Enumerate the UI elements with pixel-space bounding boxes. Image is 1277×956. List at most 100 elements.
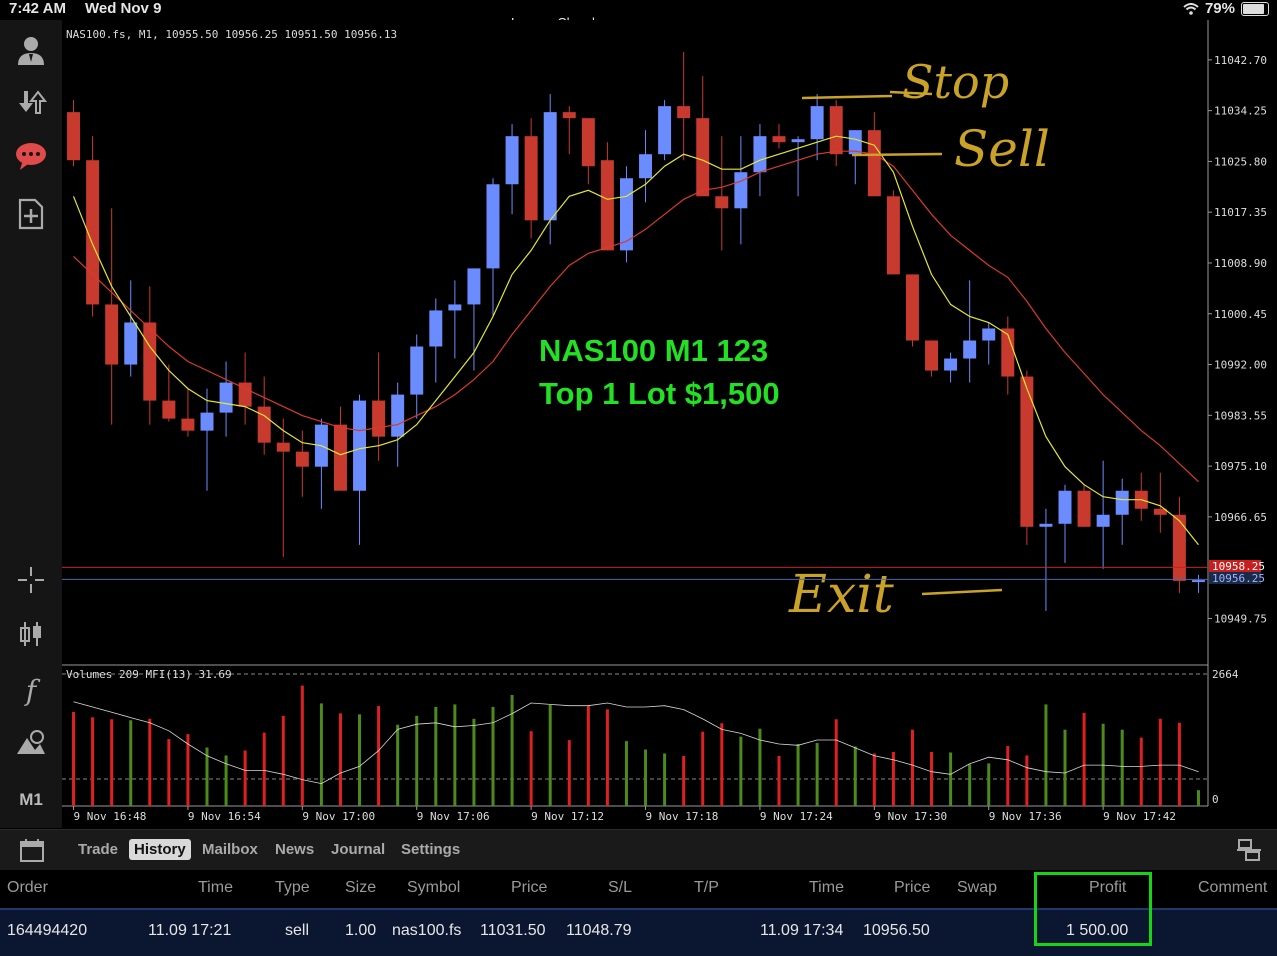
volume-bar xyxy=(567,740,571,806)
volume-bar xyxy=(148,718,152,806)
candle-body xyxy=(1115,490,1129,515)
volume-header: Volumes 209 MFI(13) 31.69 xyxy=(66,668,232,681)
tab-trade[interactable]: Trade xyxy=(73,839,123,860)
x-tick-label: 9 Nov 17:00 xyxy=(302,810,375,823)
column-header-close-price[interactable]: Price xyxy=(894,879,930,897)
cell-type: sell xyxy=(285,922,310,939)
volume-bar xyxy=(129,720,133,806)
candle-body xyxy=(1077,490,1091,527)
y-tick-label: 11025.80 xyxy=(1214,155,1267,168)
volume-bar xyxy=(338,713,342,806)
tab-journal[interactable]: Journal xyxy=(326,839,390,860)
candle-body xyxy=(105,304,119,365)
calendar-icon[interactable] xyxy=(19,837,45,863)
volume-bar xyxy=(510,695,514,806)
timeframe-icon[interactable]: M1 xyxy=(13,782,49,818)
new-order-icon[interactable] xyxy=(13,196,49,232)
volume-bar xyxy=(300,685,304,806)
volume-bar xyxy=(91,717,95,806)
objects-icon[interactable] xyxy=(13,726,49,762)
volume-bar xyxy=(1139,737,1143,806)
volume-bar xyxy=(701,731,705,806)
profit-highlight-box xyxy=(1034,872,1152,946)
volume-bar xyxy=(243,750,247,806)
candle-body xyxy=(353,400,367,491)
column-header-tp[interactable]: T/P xyxy=(694,879,719,897)
cell-symbol: nas100.fs xyxy=(392,922,462,939)
candle-body xyxy=(886,196,900,275)
volume-bar xyxy=(167,739,171,806)
status-bar: 7:42 AM Wed Nov 9 79% xyxy=(0,0,1277,20)
deposit-icon[interactable] xyxy=(13,84,49,120)
volume-bar xyxy=(529,731,533,806)
column-header-symbol[interactable]: Symbol xyxy=(407,879,460,897)
candle-body xyxy=(867,130,881,197)
column-header-sl[interactable]: S/L xyxy=(608,879,632,897)
y-tick-label: 10983.55 xyxy=(1214,409,1267,422)
candle-body xyxy=(562,112,576,119)
volume-bar xyxy=(663,753,667,806)
candle-body xyxy=(429,310,443,347)
candle-body xyxy=(124,322,138,365)
volume-bar xyxy=(415,715,419,806)
candle-body xyxy=(1172,514,1186,581)
status-date: Wed Nov 9 xyxy=(85,0,162,17)
volume-bar xyxy=(796,744,800,806)
x-tick-label: 9 Nov 17:24 xyxy=(760,810,833,823)
column-header-close-time[interactable]: Time xyxy=(809,879,844,897)
layout-toggle-icon[interactable] xyxy=(1236,837,1262,863)
volume-bar xyxy=(834,719,838,806)
y-tick-label: 11000.45 xyxy=(1214,308,1267,321)
volume-bar xyxy=(853,746,857,806)
battery-percent: 79% xyxy=(1204,0,1235,17)
volume-bar xyxy=(453,704,457,806)
column-header-price[interactable]: Price xyxy=(511,879,547,897)
x-tick-label: 9 Nov 16:48 xyxy=(74,810,147,823)
price-chart[interactable]: 11042.70 11034.25 11025.80 11017.35 11008.90… xyxy=(62,20,1277,828)
candle-body xyxy=(467,268,481,305)
volume-bar xyxy=(624,741,628,806)
x-tick-label: 9 Nov 17:12 xyxy=(531,810,604,823)
column-header-order[interactable]: Order xyxy=(7,879,48,897)
column-header-size[interactable]: Size xyxy=(345,879,376,897)
candle-body xyxy=(982,328,996,341)
chat-icon[interactable] xyxy=(13,138,49,174)
chart-area[interactable]: 11042.70 11034.25 11025.80 11017.35 11008.90… xyxy=(62,20,1277,828)
ask-price-label: 10956.25 xyxy=(1212,572,1265,585)
account-icon[interactable] xyxy=(13,32,49,68)
volume-bar xyxy=(930,751,934,806)
handwritten-stop-text: Stop xyxy=(902,55,1009,109)
x-tick-label: 9 Nov 17:18 xyxy=(646,810,719,823)
tab-mailbox[interactable]: Mailbox xyxy=(197,839,263,860)
volume-bar xyxy=(682,755,686,806)
volume-min-label: 0 xyxy=(1212,793,1219,806)
candle-body xyxy=(810,106,824,140)
volume-bar xyxy=(396,724,400,806)
candle-body xyxy=(677,106,691,119)
column-header-type[interactable]: Type xyxy=(275,879,310,897)
candle-body xyxy=(410,346,424,395)
tab-history[interactable]: History xyxy=(129,839,191,860)
candle-body xyxy=(162,400,176,419)
column-header-swap[interactable]: Swap xyxy=(957,879,997,897)
tab-news[interactable]: News xyxy=(270,839,319,860)
y-tick-label: 10975.10 xyxy=(1214,460,1267,473)
crosshair-icon[interactable] xyxy=(13,562,49,598)
volume-bar xyxy=(377,705,381,806)
status-time: 7:42 AM xyxy=(9,0,66,17)
column-header-time[interactable]: Time xyxy=(198,879,233,897)
volume-bar xyxy=(872,753,876,806)
chart-type-icon[interactable] xyxy=(13,616,49,652)
volume-bar xyxy=(987,763,991,806)
candle-body xyxy=(67,112,81,161)
tab-settings[interactable]: Settings xyxy=(396,839,465,860)
x-tick-label: 9 Nov 16:54 xyxy=(188,810,261,823)
volume-bar xyxy=(1063,729,1067,806)
cell-open-time: 11.09 17:21 xyxy=(148,922,232,939)
candle-body xyxy=(333,424,347,491)
volume-max-label: 2664 xyxy=(1212,668,1239,681)
indicators-icon[interactable]: f xyxy=(13,672,49,708)
column-header-comment[interactable]: Comment xyxy=(1198,879,1267,897)
candle-body xyxy=(658,106,672,155)
y-tick-label: 10992.00 xyxy=(1214,359,1267,372)
